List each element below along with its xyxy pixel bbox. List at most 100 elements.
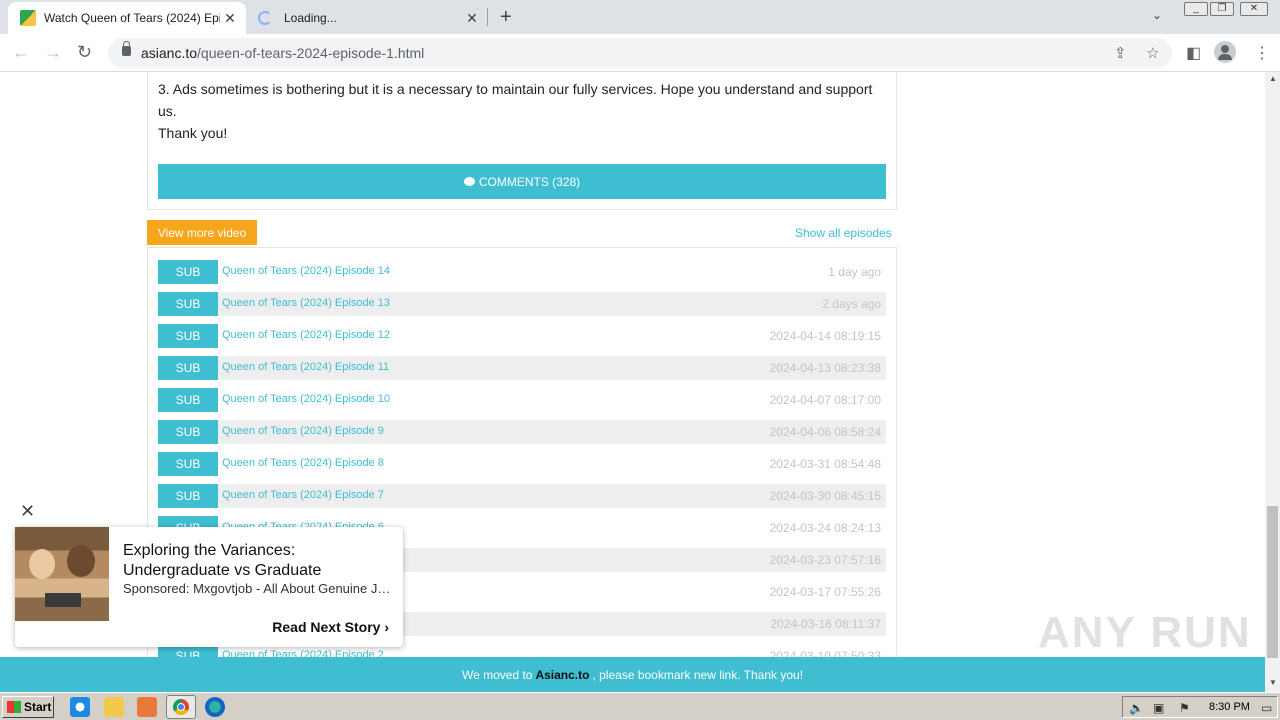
sub-badge[interactable]: SUB — [158, 420, 218, 444]
tab-title: Loading... — [284, 11, 337, 25]
sub-badge[interactable]: SUB — [158, 292, 218, 316]
url-path: /queen-of-tears-2024-episode-1.html — [197, 45, 425, 61]
episode-title-link[interactable]: Queen of Tears (2024) Episode 13 — [222, 297, 390, 309]
moved-banner: We moved to Asianc.to , please bookmark … — [0, 657, 1265, 692]
show-desktop-icon[interactable]: ▭ — [1261, 701, 1272, 715]
episode-row[interactable]: SUB Queen of Tears (2024) Episode 8 2024-0… — [158, 452, 886, 476]
sub-badge[interactable]: SUB — [158, 324, 218, 348]
episode-row[interactable]: SUB Queen of Tears (2024) Episode 13 2 day… — [158, 292, 886, 316]
sub-badge[interactable]: SUB — [158, 356, 218, 380]
episode-date: 2024-04-06 08:58:24 — [769, 425, 881, 439]
sponsored-ad[interactable]: Exploring the Variances: Undergraduate v… — [15, 527, 403, 647]
windows-logo-icon — [7, 701, 21, 713]
url-host: asianc.to — [141, 45, 198, 61]
ad-sponsor: Sponsored: Mxgovtjob - All About Genuine… — [123, 581, 393, 596]
episode-date: 2024-03-16 08:11:37 — [770, 617, 881, 631]
episode-title-link[interactable]: Queen of Tears (2024) Episode 9 — [222, 425, 384, 437]
notice-text: 3. Ads sometimes is bothering but it is … — [158, 78, 878, 144]
media-player-icon[interactable] — [137, 697, 157, 717]
episode-row[interactable]: SUB Queen of Tears (2024) Episode 7 2024-0… — [158, 484, 886, 508]
episode-row[interactable]: SUB Queen of Tears (2024) Episode 10 2024-… — [158, 388, 886, 412]
edge-icon[interactable] — [205, 697, 225, 717]
forward-arrow-icon[interactable]: → — [44, 42, 62, 63]
show-all-episodes-link[interactable]: Show all episodes — [795, 226, 892, 240]
read-next-story-link[interactable]: Read Next Story › — [272, 619, 389, 635]
minimize-icon[interactable]: _ — [1184, 2, 1208, 16]
view-more-video-tab[interactable]: View more video — [147, 220, 257, 245]
tab-active[interactable]: Watch Queen of Tears (2024) Episode 1 ✕ — [8, 2, 246, 34]
episode-title-link[interactable]: Queen of Tears (2024) Episode 12 — [222, 329, 390, 341]
network-icon[interactable]: ▣ — [1153, 701, 1164, 715]
tab-separator — [487, 8, 488, 26]
episode-date: 2024-03-31 08:54:48 — [769, 457, 881, 471]
share-icon[interactable]: ⇪ — [1114, 44, 1127, 62]
banner-link[interactable]: Asianc.to — [535, 668, 589, 682]
reload-icon[interactable]: ↻ — [77, 42, 92, 63]
episode-date: 2 days ago — [822, 297, 881, 311]
episode-row[interactable]: SUB Queen of Tears (2024) Episode 12 2024-… — [158, 324, 886, 348]
ad-image[interactable] — [15, 527, 109, 621]
tab-title: Watch Queen of Tears (2024) Episode 1 — [44, 11, 220, 25]
page-viewport: 3. Ads sometimes is bothering but it is … — [0, 72, 1265, 692]
tab-loading[interactable]: Loading... ✕ — [248, 2, 488, 34]
episode-title-link[interactable]: Queen of Tears (2024) Episode 14 — [222, 265, 390, 277]
folder-icon[interactable] — [104, 697, 124, 717]
flag-icon[interactable]: ⚑ — [1179, 701, 1190, 715]
back-arrow-icon[interactable]: ← — [12, 42, 30, 63]
episode-date: 2024-03-17 07:55:26 — [769, 585, 881, 599]
episode-title-link[interactable]: Queen of Tears (2024) Episode 7 — [222, 489, 384, 501]
bookmark-star-icon[interactable]: ☆ — [1146, 44, 1159, 62]
episode-date: 2024-03-30 08:45:15 — [769, 489, 881, 503]
tab-close-icon[interactable]: ✕ — [462, 10, 482, 27]
profile-avatar-icon[interactable] — [1214, 41, 1236, 63]
episode-date: 2024-04-13 08:23:38 — [769, 361, 881, 375]
episode-date: 2024-03-24 08:24:13 — [769, 521, 881, 535]
chrome-taskbar-icon[interactable] — [166, 695, 196, 719]
lock-icon[interactable] — [122, 41, 131, 56]
address-bar[interactable]: asianc.to/queen-of-tears-2024-episode-1.… — [108, 38, 1172, 68]
tab-close-icon[interactable]: ✕ — [220, 10, 240, 27]
episode-title-link[interactable]: Queen of Tears (2024) Episode 8 — [222, 457, 384, 469]
vertical-scrollbar[interactable]: ▲ ▼ — [1265, 72, 1280, 692]
episode-date: 1 day ago — [828, 265, 881, 279]
episode-row[interactable]: SUB Queen of Tears (2024) Episode 11 2024-… — [158, 356, 886, 380]
sub-badge[interactable]: SUB — [158, 452, 218, 476]
comments-button[interactable]: COMMENTS (328) — [158, 164, 886, 199]
system-tray: 🔈 ▣ ⚑ 8:30 PM ▭ — [1122, 696, 1278, 718]
ie-icon[interactable] — [70, 697, 90, 717]
maximize-icon[interactable]: ❐ — [1210, 2, 1234, 16]
side-panel-icon[interactable]: ◧ — [1186, 43, 1201, 63]
chevron-right-icon: › — [384, 619, 389, 635]
scroll-up-icon[interactable]: ▲ — [1269, 74, 1277, 83]
menu-dots-icon[interactable]: ⋮ — [1254, 43, 1270, 63]
loading-spinner-icon — [258, 11, 272, 25]
sub-badge[interactable]: SUB — [158, 260, 218, 284]
banner-prefix: We moved to — [461, 667, 533, 682]
scrollbar-thumb[interactable] — [1267, 506, 1278, 658]
ad-close-icon[interactable]: ✕ — [20, 501, 35, 522]
tab-strip: Watch Queen of Tears (2024) Episode 1 ✕ … — [0, 0, 1280, 34]
episode-row[interactable]: SUB Queen of Tears (2024) Episode 14 1 day… — [158, 260, 886, 284]
start-button[interactable]: Start — [2, 696, 54, 718]
comments-label: COMMENTS (328) — [478, 174, 581, 189]
sub-badge[interactable]: SUB — [158, 484, 218, 508]
banner-suffix: , please bookmark new link. Thank you! — [592, 667, 804, 682]
comment-bubble-icon — [463, 177, 475, 186]
episode-title-link[interactable]: Queen of Tears (2024) Episode 11 — [222, 361, 389, 373]
window-close-icon[interactable]: ✕ — [1240, 2, 1268, 16]
watermark-logo: ANY RUN — [1038, 608, 1252, 657]
notice-line: 3. Ads sometimes is bothering but it is … — [158, 81, 873, 119]
start-label: Start — [24, 700, 52, 714]
sub-badge[interactable]: SUB — [158, 388, 218, 412]
tab-search-chevron-icon[interactable]: ⌄ — [1152, 8, 1162, 22]
ad-title[interactable]: Exploring the Variances: Undergraduate v… — [123, 541, 393, 581]
volume-icon[interactable]: 🔈 — [1129, 701, 1144, 715]
episode-date: 2024-03-23 07:57:16 — [769, 553, 881, 567]
episode-title-link[interactable]: Queen of Tears (2024) Episode 10 — [222, 393, 390, 405]
url-text[interactable]: asianc.to/queen-of-tears-2024-episode-1.… — [141, 45, 424, 61]
episode-date: 2024-04-14 08:19:15 — [769, 329, 881, 343]
scroll-down-icon[interactable]: ▼ — [1269, 678, 1277, 687]
new-tab-icon[interactable]: + — [500, 6, 512, 29]
episode-row[interactable]: SUB Queen of Tears (2024) Episode 9 2024-0… — [158, 420, 886, 444]
browser-toolbar: ← → ↻ asianc.to/queen-of-tears-2024-epis… — [0, 34, 1280, 72]
